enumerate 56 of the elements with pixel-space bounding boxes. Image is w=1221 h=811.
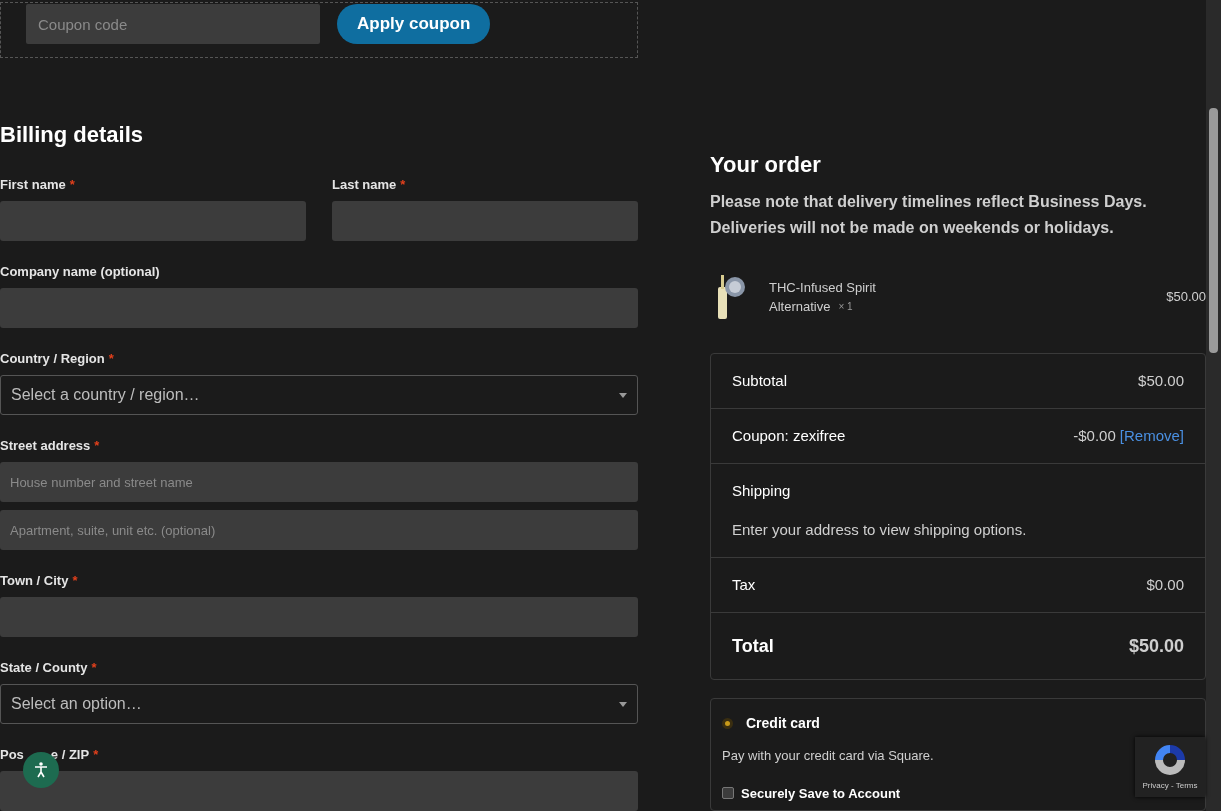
delivery-note: Please note that delivery timelines reflect Business Days. Deliveries will not be made on weekends or holidays. xyxy=(710,192,1148,238)
input-field[interactable]: Apartment, suite, unit etc. (optional) xyxy=(0,510,638,550)
field-label: Town / City xyxy=(0,572,69,591)
field-label: Street address xyxy=(0,437,91,456)
totals-label: Shipping xyxy=(732,480,792,501)
required-asterisk: * xyxy=(108,350,114,369)
product-price: $50.00 xyxy=(1166,288,1206,307)
recaptcha-icon xyxy=(1152,743,1188,777)
section-title: Your order xyxy=(710,153,822,177)
totals-value: $0.00 xyxy=(1146,574,1184,595)
remove-coupon-link[interactable]: [Remove] xyxy=(1119,424,1184,448)
payment-description: Pay with your credit card via Square. xyxy=(722,747,934,765)
required-asterisk: * xyxy=(72,572,78,591)
field-label: Pos xyxy=(0,746,24,765)
apply-coupon-button[interactable]: Apply coupon xyxy=(337,4,491,44)
totals-label: Subtotal xyxy=(732,370,788,391)
scrollbar[interactable] xyxy=(1206,0,1221,811)
recaptcha-links[interactable]: Privacy - Terms xyxy=(1142,780,1198,792)
required-asterisk: * xyxy=(93,746,99,765)
select-field[interactable]: Select a country / region… xyxy=(0,375,638,415)
field-label: First name xyxy=(0,176,66,195)
field-label: Country / Region xyxy=(0,350,105,369)
section-title: Billing details xyxy=(0,123,145,147)
checkbox[interactable] xyxy=(722,787,734,800)
input-field[interactable] xyxy=(0,597,638,637)
product-quantity: × 1 xyxy=(838,300,853,314)
coupon-field[interactable]: Coupon code xyxy=(26,4,320,44)
field-label: Company name (optional) xyxy=(0,263,160,282)
required-asterisk: * xyxy=(69,176,75,195)
field-label: Last name xyxy=(332,176,397,195)
payment-method-label[interactable]: Credit card xyxy=(746,713,820,734)
shipping-message: Enter your address to view shipping options. xyxy=(732,520,1028,540)
field-label: State / County xyxy=(0,659,88,678)
product-variant: Alternative xyxy=(769,298,831,316)
caret-icon xyxy=(619,392,627,398)
person-icon xyxy=(34,762,48,778)
totals-value: -$0.00 xyxy=(1073,425,1116,446)
totals-value: $50.00 xyxy=(1138,370,1184,391)
totals-value: $50.00 xyxy=(1128,634,1184,658)
product-name: THC-Infused Spirit xyxy=(769,279,876,297)
select-field[interactable]: Select an option… xyxy=(0,684,638,724)
caret-icon xyxy=(619,701,627,707)
totals-label: Coupon: zexifree xyxy=(732,425,846,446)
input-field[interactable] xyxy=(0,201,306,241)
accessibility-button[interactable] xyxy=(23,752,59,788)
required-asterisk: * xyxy=(91,659,97,678)
input-field[interactable] xyxy=(0,771,638,811)
totals-label: Total xyxy=(732,634,774,658)
checkbox-label[interactable]: Securely Save to Account xyxy=(741,783,901,803)
required-asterisk: * xyxy=(94,437,100,456)
input-field[interactable]: House number and street name xyxy=(0,462,638,502)
totals-label: Tax xyxy=(732,574,756,595)
input-field[interactable] xyxy=(0,288,638,328)
radio-button[interactable] xyxy=(722,718,733,729)
input-field[interactable] xyxy=(332,201,638,241)
required-asterisk: * xyxy=(400,176,406,195)
